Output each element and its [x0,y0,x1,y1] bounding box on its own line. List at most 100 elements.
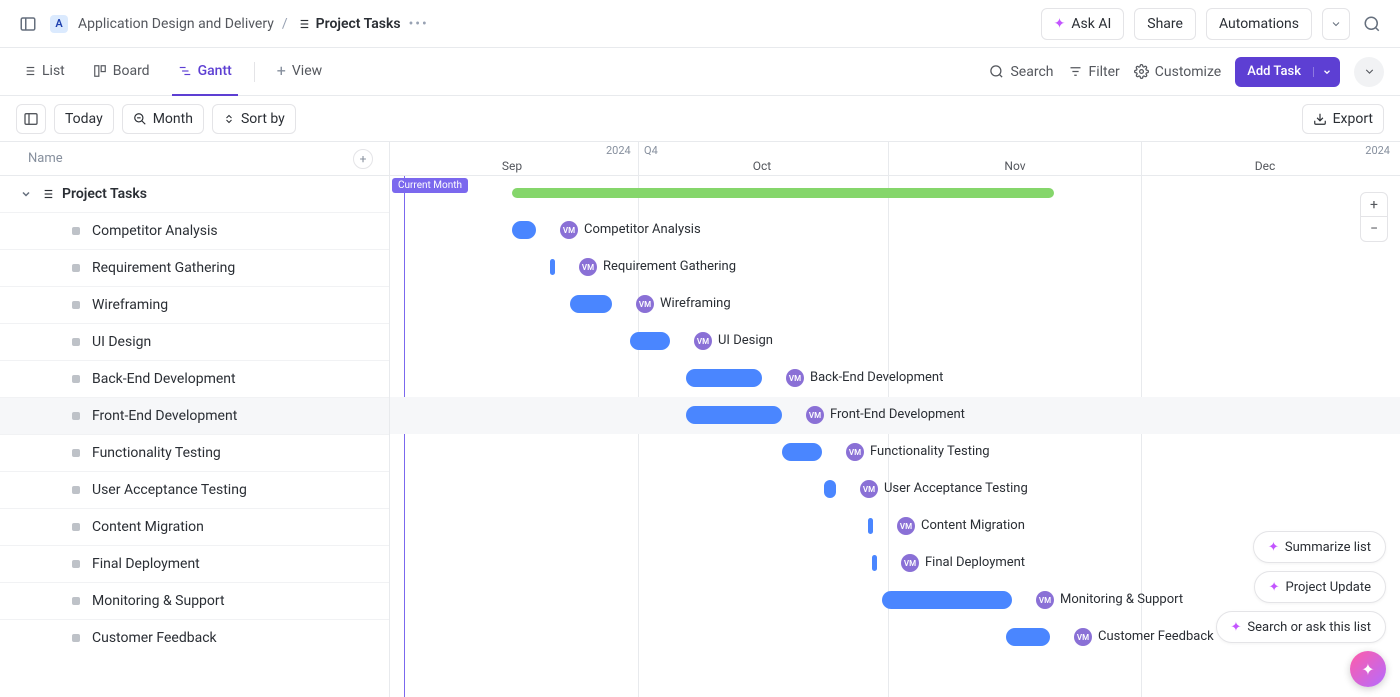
avatar[interactable]: VM [806,406,824,424]
summarize-list-pill[interactable]: ✦Summarize list [1253,531,1386,563]
task-bar-label: Wireframing [660,296,731,311]
automations-dropdown-icon[interactable] [1322,8,1350,40]
search-global-icon[interactable] [1360,12,1384,36]
panel-toggle-icon[interactable] [16,104,46,134]
task-bar[interactable] [630,332,670,350]
breadcrumb-parent[interactable]: Application Design and Delivery [78,16,274,32]
gear-icon [1134,64,1149,79]
add-view-label: View [292,63,322,79]
automations-button[interactable]: Automations [1206,8,1312,40]
task-bar[interactable] [686,369,762,387]
avatar[interactable]: VM [694,332,712,350]
task-bar-label: Monitoring & Support [1060,592,1183,607]
year-label-right: 2024 [1365,144,1390,157]
task-bar[interactable] [550,259,555,275]
task-bar[interactable] [868,518,873,534]
task-bar[interactable] [882,591,1012,609]
export-button[interactable]: Export [1302,104,1384,134]
avatar[interactable]: VM [579,258,597,276]
task-name: Back-End Development [92,371,236,387]
zoom-icon [133,112,147,126]
tab-list[interactable]: List [16,48,71,96]
gantt-row: VMCompetitor Analysis [390,212,1400,249]
add-column-icon[interactable]: + [353,149,373,169]
customize-button[interactable]: Customize [1134,64,1221,80]
task-row[interactable]: Content Migration [0,508,389,545]
zoom-in-button[interactable]: + [1361,193,1387,217]
task-row[interactable]: User Acceptance Testing [0,471,389,508]
task-name: Monitoring & Support [92,593,225,609]
today-button[interactable]: Today [54,104,114,134]
tab-board[interactable]: Board [87,48,156,96]
more-options-icon[interactable]: ••• [409,16,429,32]
avatar[interactable]: VM [636,295,654,313]
filter-button[interactable]: Filter [1068,64,1120,80]
gantt-row: VMFront-End Development [390,397,1400,434]
task-row[interactable]: Front-End Development [0,397,389,434]
sidebar-header: Name + [0,142,389,176]
add-task-dropdown-icon[interactable] [1313,67,1340,77]
ask-ai-button[interactable]: ✦ Ask AI [1041,8,1125,40]
task-row[interactable]: Monitoring & Support [0,582,389,619]
folder-icon: A [50,15,68,33]
task-row[interactable]: Functionality Testing [0,434,389,471]
task-bar-label: Requirement Gathering [603,259,736,274]
list-icon [296,17,310,31]
sort-by-button[interactable]: Sort by [212,104,296,134]
task-row[interactable]: Customer Feedback [0,619,389,656]
avatar[interactable]: VM [860,480,878,498]
task-bar[interactable] [782,443,822,461]
task-bar[interactable] [570,295,612,313]
avatar[interactable]: VM [901,554,919,572]
task-row[interactable]: Requirement Gathering [0,249,389,286]
summary-bar[interactable] [512,188,1054,198]
task-name: UI Design [92,334,151,350]
add-task-button[interactable]: Add Task [1235,57,1340,87]
task-bar[interactable] [872,555,877,571]
zoom-month-button[interactable]: Month [122,104,204,134]
month-dec: Dec [1255,159,1276,173]
task-bar-label: Final Deployment [925,555,1025,570]
task-bar[interactable] [512,221,536,239]
avatar[interactable]: VM [897,517,915,535]
gantt-row: VM Requirement Gathering [390,249,1400,286]
name-column-header: Name [28,151,63,166]
task-bar[interactable] [1006,628,1050,646]
task-row[interactable]: Back-End Development [0,360,389,397]
task-bar[interactable] [686,406,782,424]
task-row[interactable]: Wireframing [0,286,389,323]
avatar[interactable]: VM [1074,628,1092,646]
avatar[interactable]: VM [560,221,578,239]
main-area: Name + Project Tasks Competitor Analysis… [0,142,1400,697]
task-row[interactable]: Final Deployment [0,545,389,582]
status-dot [72,227,80,235]
search-icon [989,64,1004,79]
status-dot [72,597,80,605]
zoom-out-button[interactable]: − [1361,217,1387,241]
collapse-sidebar-icon[interactable] [16,12,40,36]
avatar[interactable]: VM [786,369,804,387]
search-button[interactable]: Search [989,64,1053,80]
chevron-down-icon[interactable] [20,188,32,200]
add-view-button[interactable]: + View [271,48,328,96]
share-button[interactable]: Share [1134,8,1196,40]
summarize-label: Summarize list [1285,540,1371,555]
ai-fab-button[interactable]: ✦ [1350,651,1386,687]
gantt-row: VMUI Design [390,323,1400,360]
group-row[interactable]: Project Tasks [0,176,389,212]
avatar[interactable]: VM [1036,591,1054,609]
task-row[interactable]: Competitor Analysis [0,212,389,249]
task-list-sidebar: Name + Project Tasks Competitor Analysis… [0,142,390,697]
task-bar-label: Content Migration [921,518,1025,533]
task-row[interactable]: UI Design [0,323,389,360]
avatar[interactable]: VM [846,443,864,461]
task-bar[interactable] [824,480,836,498]
search-list-pill[interactable]: ✦Search or ask this list [1216,611,1387,643]
breadcrumb-current[interactable]: Project Tasks [296,16,401,32]
current-month-badge: Current Month [392,178,468,193]
project-update-pill[interactable]: ✦Project Update [1254,571,1386,603]
tab-gantt[interactable]: Gantt [172,48,238,96]
more-circle-button[interactable] [1354,57,1384,87]
task-bar-label: Back-End Development [810,370,943,385]
year-label-left: 2024 [606,144,631,157]
